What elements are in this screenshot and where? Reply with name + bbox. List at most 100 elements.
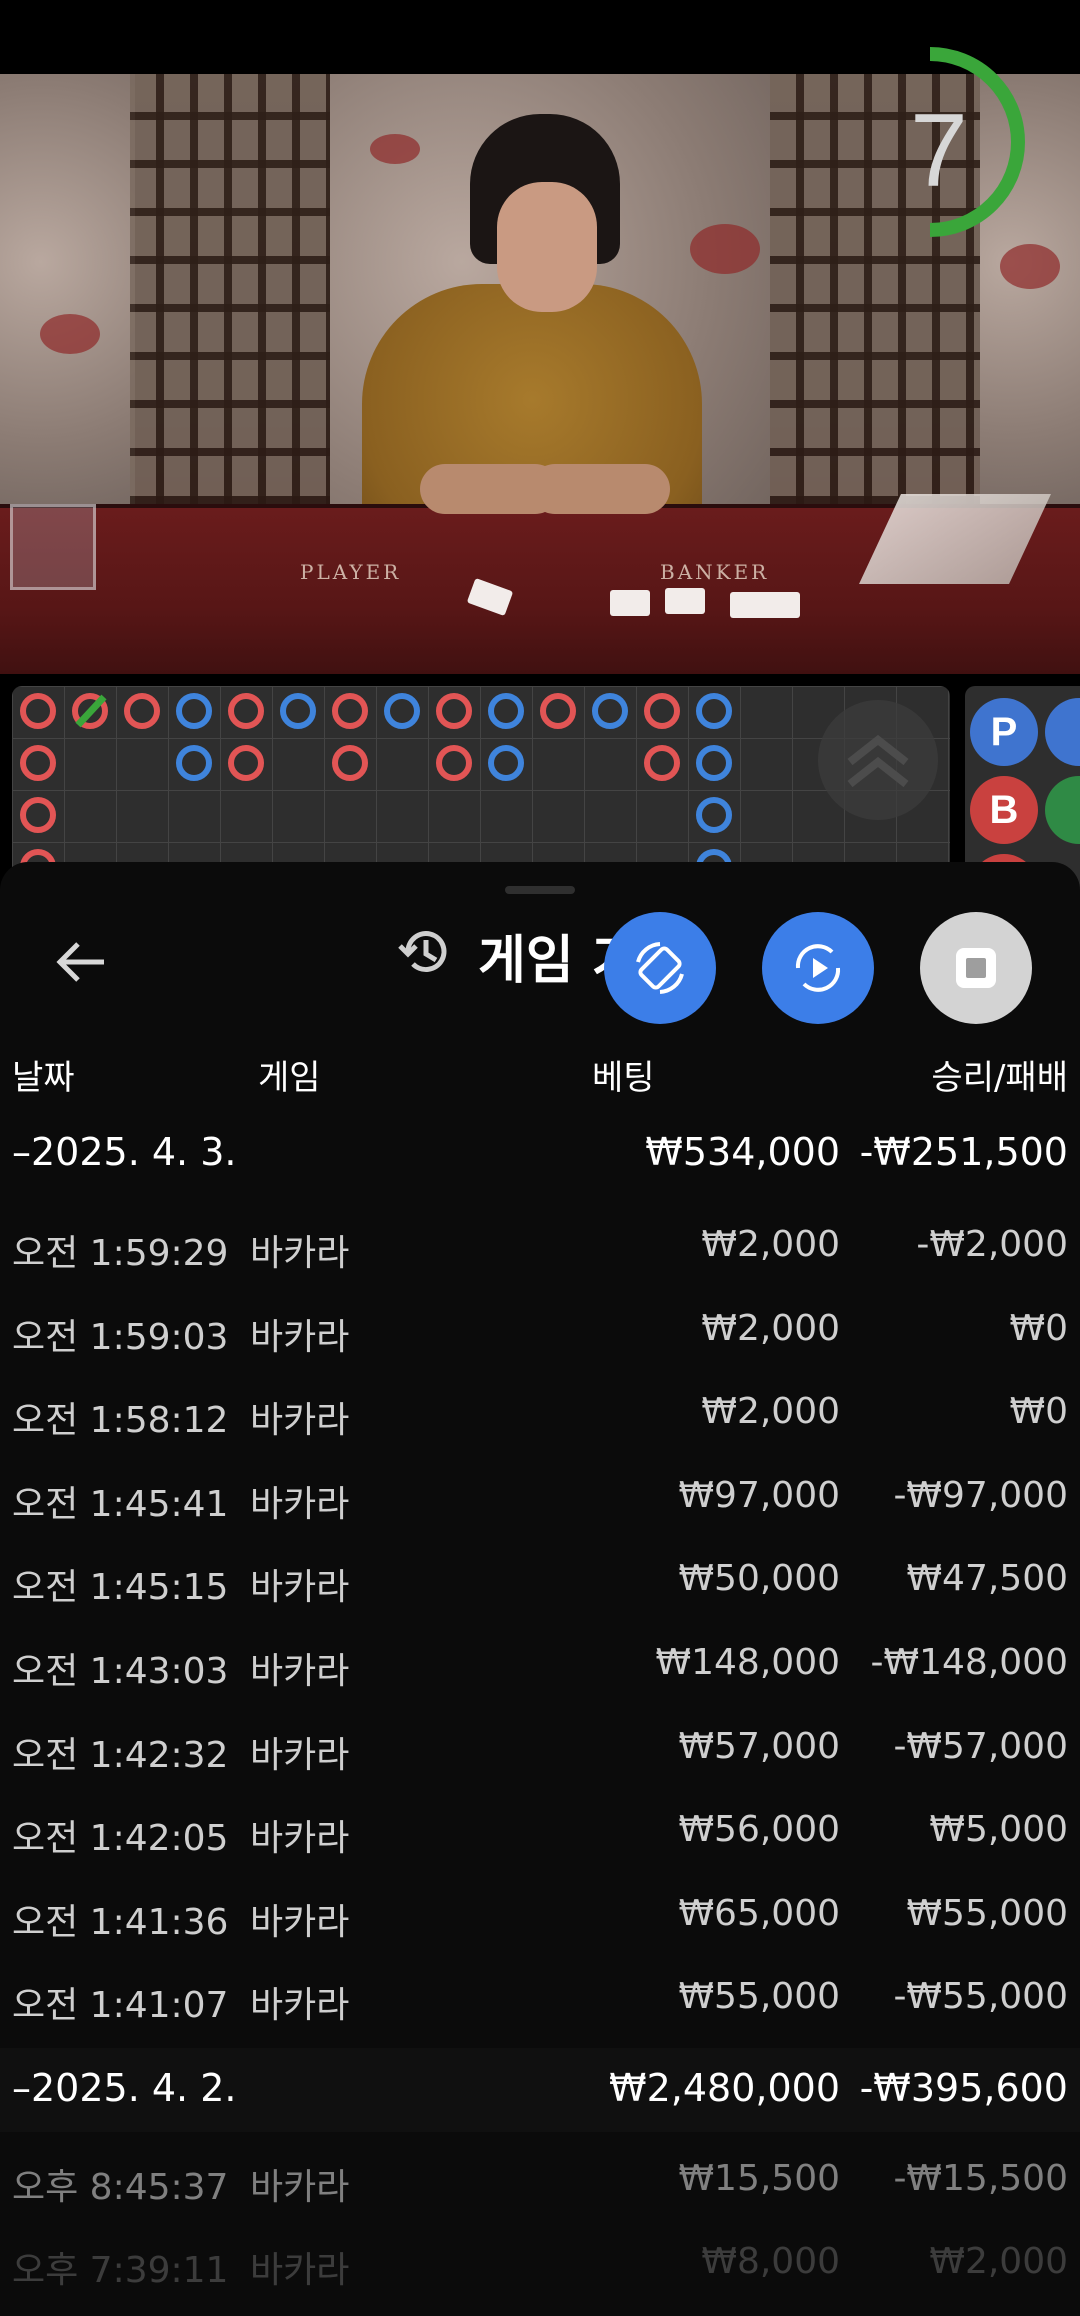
row-game: 바카라	[250, 1734, 350, 1776]
row-bet: ₩97,000	[678, 1474, 840, 1516]
back-arrow-icon	[56, 942, 104, 982]
row-time: 오전 1:42:32	[12, 1734, 229, 1776]
row-winloss: -₩57,000	[893, 1725, 1068, 1767]
row-winloss: -₩148,000	[870, 1642, 1068, 1683]
row-time: 오전 1:43:03	[12, 1651, 229, 1692]
sheet-drag-handle[interactable]	[505, 886, 575, 894]
day-total-winloss: -₩395,600	[859, 2066, 1068, 2110]
row-bet: ₩148,000	[655, 1642, 840, 1683]
history-row[interactable]: 오전 1:41:36 바카라 ₩65,000 ₩55,000	[0, 1875, 1080, 1959]
day-date: –2025. 4. 2.	[12, 2066, 237, 2110]
row-time: 오전 1:41:07	[12, 1985, 229, 2027]
row-bet: ₩50,000	[678, 1558, 840, 1600]
column-header-winloss: 승리/패배	[931, 1058, 1068, 1098]
day-total-bet: ₩2,480,000	[609, 2066, 840, 2110]
row-game: 바카라	[250, 2167, 350, 2208]
day-total-bet: ₩534,000	[645, 1130, 840, 1174]
stop-icon	[956, 948, 996, 988]
row-time: 오전 1:45:15	[12, 1567, 229, 1609]
table-label-banker: BANKER	[660, 560, 770, 584]
history-row[interactable]: 오후 7:39:11 바카라 ₩8,000 ₩2,000	[0, 2223, 1080, 2307]
autoplay-icon	[795, 944, 841, 992]
autoplay-button[interactable]	[762, 912, 874, 1024]
road-bead-banker	[644, 745, 680, 781]
banker-summary-badge: B	[970, 776, 1038, 844]
column-header-date: 날짜	[12, 1058, 75, 1098]
history-icon	[398, 931, 447, 973]
row-time: 오전 1:59:03	[12, 1316, 229, 1358]
history-row[interactable]: 오전 1:45:41 바카라 ₩97,000 -₩97,000	[0, 1457, 1080, 1541]
rotate-screen-icon	[636, 942, 684, 994]
row-time: 오후 7:39:11	[12, 2250, 229, 2291]
road-bead-player	[280, 693, 316, 729]
blossom-decoration	[1000, 244, 1060, 289]
row-game: 바카라	[250, 2250, 350, 2291]
row-game: 바카라	[250, 1483, 350, 1525]
history-row[interactable]: 오전 1:41:07 바카라 ₩55,000 -₩55,000	[0, 1958, 1080, 2042]
row-game: 바카라	[250, 1818, 350, 1860]
history-row[interactable]: 오전 1:58:12 바카라 ₩2,000 ₩0	[0, 1373, 1080, 1457]
road-bead-banker	[20, 693, 56, 729]
dealer-face	[497, 182, 597, 312]
road-bead-player	[592, 693, 628, 729]
stop-button[interactable]	[920, 912, 1032, 1024]
row-game: 바카라	[250, 1985, 350, 2027]
row-game: 바카라	[250, 1233, 350, 1274]
row-winloss: ₩0	[1009, 1307, 1069, 1349]
row-time: 오전 1:59:29	[12, 1233, 229, 1274]
history-row[interactable]: 오전 1:43:03 바카라 ₩148,000 -₩148,000	[0, 1624, 1080, 1708]
road-bead-banker	[20, 745, 56, 781]
road-bead-player	[488, 745, 524, 781]
row-bet: ₩2,000	[701, 1224, 840, 1265]
history-row[interactable]: 오전 1:42:32 바카라 ₩57,000 -₩57,000	[0, 1708, 1080, 1792]
row-winloss: ₩47,500	[906, 1558, 1068, 1600]
road-bead-banker	[332, 693, 368, 729]
expand-road-button[interactable]	[818, 700, 938, 820]
row-bet: ₩8,000	[701, 2241, 840, 2282]
row-bet: ₩56,000	[678, 1809, 840, 1851]
history-row[interactable]: 오전 1:59:03 바카라 ₩2,000 ₩0	[0, 1290, 1080, 1374]
row-winloss: -₩15,500	[893, 2158, 1068, 2199]
card	[730, 592, 800, 618]
history-row[interactable]: 오전 1:42:05 바카라 ₩56,000 ₩5,000	[0, 1791, 1080, 1875]
column-header-bet: 베팅	[592, 1058, 655, 1098]
row-game: 바카라	[250, 1316, 350, 1358]
road-bead-banker	[332, 745, 368, 781]
row-winloss: ₩0	[1009, 1391, 1069, 1433]
game-history-sheet: 게임 기 날짜 게임 베팅 승리/패배 –2025. 4. 3. ₩534,00…	[0, 862, 1080, 2316]
row-bet: ₩15,500	[678, 2158, 840, 2199]
row-time: 오전 1:42:05	[12, 1818, 229, 1860]
row-bet: ₩65,000	[678, 1892, 840, 1934]
discard-tray	[10, 504, 96, 590]
day-summary-row[interactable]: –2025. 4. 2. ₩2,480,000 -₩395,600	[0, 2048, 1080, 2132]
back-button[interactable]	[50, 930, 114, 994]
blossom-decoration	[370, 134, 420, 164]
history-row[interactable]: 오전 1:59:29 바카라 ₩2,000 -₩2,000	[0, 1206, 1080, 1290]
row-winloss: ₩5,000	[929, 1809, 1068, 1851]
player-summary-badge-extra	[1045, 698, 1080, 766]
row-winloss: -₩2,000	[916, 1224, 1068, 1265]
table-label-player: PLAYER	[300, 560, 402, 584]
road-bead-banker	[228, 693, 264, 729]
lattice-panel-left	[130, 74, 330, 544]
rotate-screen-button[interactable]	[604, 912, 716, 1024]
dealer-arm	[530, 464, 670, 514]
history-row[interactable]: 오후 8:45:37 바카라 ₩15,500 -₩15,500	[0, 2140, 1080, 2224]
row-game: 바카라	[250, 1567, 350, 1609]
road-bead-banker	[124, 693, 160, 729]
road-bead-banker	[436, 693, 472, 729]
day-summary-row[interactable]: –2025. 4. 3. ₩534,000 -₩251,500	[0, 1112, 1080, 1196]
row-bet: ₩57,000	[678, 1725, 840, 1767]
row-time: 오전 1:45:41	[12, 1483, 229, 1525]
history-row[interactable]: 오전 1:45:15 바카라 ₩50,000 ₩47,500	[0, 1540, 1080, 1624]
blossom-decoration	[40, 314, 100, 354]
backdrop-screen	[0, 74, 135, 544]
row-time: 오후 8:45:37	[12, 2167, 229, 2208]
row-winloss: -₩97,000	[893, 1474, 1068, 1516]
blossom-decoration	[690, 224, 760, 274]
road-bead-banker	[20, 797, 56, 833]
countdown-timer-value: 7	[910, 93, 968, 209]
row-winloss: ₩55,000	[906, 1892, 1068, 1934]
road-bead-player	[696, 797, 732, 833]
road-bead-banker	[644, 693, 680, 729]
